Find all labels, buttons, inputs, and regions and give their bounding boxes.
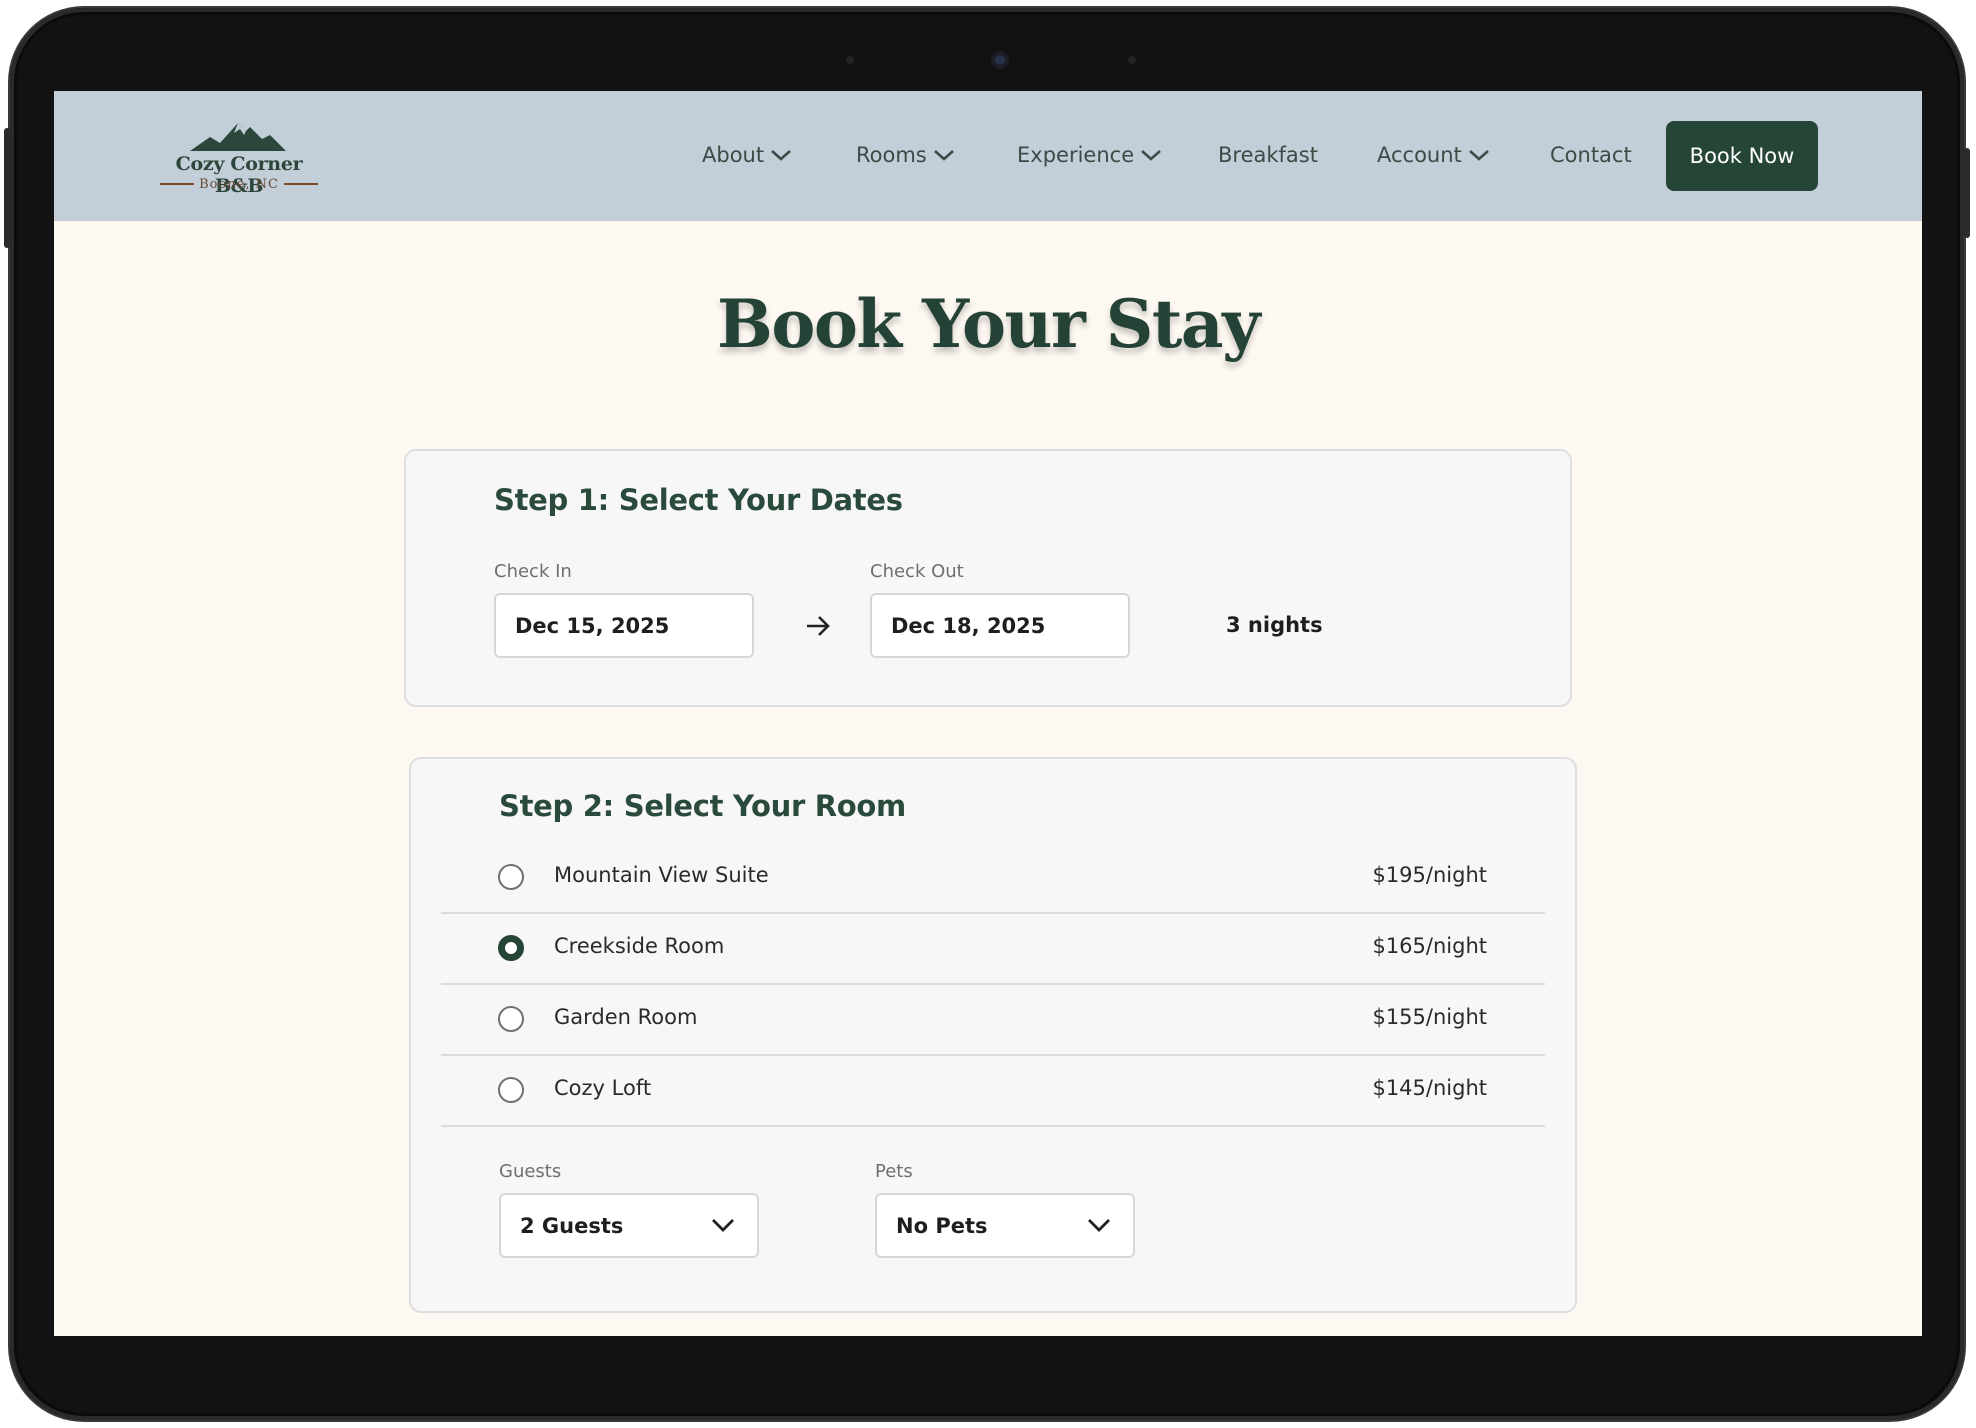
nav-label: Breakfast xyxy=(1218,143,1318,167)
room-option-mountain-view-suite[interactable]: Mountain View Suite $195/night xyxy=(441,843,1545,914)
nav-label: Contact xyxy=(1550,143,1632,167)
check-out-input[interactable]: Dec 18, 2025 xyxy=(870,593,1130,658)
room-price: $165/night xyxy=(1372,934,1487,958)
room-name: Creekside Room xyxy=(554,934,725,958)
room-option-creekside-room[interactable]: Creekside Room $165/night xyxy=(441,914,1545,985)
chevron-down-icon xyxy=(712,1219,734,1232)
check-out-value: Dec 18, 2025 xyxy=(891,613,1046,638)
radio-icon[interactable] xyxy=(498,1077,524,1103)
step-1-card: Step 1: Select Your Dates Check In Dec 1… xyxy=(404,449,1572,707)
room-price: $195/night xyxy=(1372,863,1487,887)
nav-contact[interactable]: Contact xyxy=(1550,137,1632,173)
room-name: Garden Room xyxy=(554,1005,698,1029)
chevron-down-icon xyxy=(1468,150,1489,161)
nights-count: 3 nights xyxy=(1226,613,1323,637)
room-price: $155/night xyxy=(1372,1005,1487,1029)
chevron-down-icon xyxy=(1141,150,1161,161)
step-1-title: Step 1: Select Your Dates xyxy=(494,483,903,517)
pets-select[interactable]: No Pets xyxy=(875,1193,1135,1258)
nav-rooms[interactable]: Rooms xyxy=(856,137,955,173)
mountain-icon xyxy=(190,123,286,151)
arrow-right-icon xyxy=(807,616,830,636)
logo-divider xyxy=(160,183,195,185)
pets-value: No Pets xyxy=(896,1213,988,1238)
room-name: Mountain View Suite xyxy=(554,863,769,887)
check-in-input[interactable]: Dec 15, 2025 xyxy=(494,593,754,658)
nav-label: Rooms xyxy=(856,143,927,167)
nav-label: Experience xyxy=(1017,143,1135,167)
step-2-title: Step 2: Select Your Room xyxy=(499,789,906,823)
radio-icon[interactable] xyxy=(498,1006,524,1032)
book-now-button[interactable]: Book Now xyxy=(1666,121,1818,191)
chevron-down-icon xyxy=(933,150,954,161)
side-button xyxy=(4,128,10,248)
side-button xyxy=(1964,148,1970,238)
page-title: Book Your Stay xyxy=(717,285,1260,363)
logo-divider xyxy=(283,183,319,185)
nav-breakfast[interactable]: Breakfast xyxy=(1218,137,1318,173)
logo-location-row: Boone, NC xyxy=(160,176,319,192)
nav-label: Account xyxy=(1377,143,1462,167)
nav-label: About xyxy=(702,143,765,167)
guests-value: 2 Guests xyxy=(520,1213,624,1238)
check-out-label: Check Out xyxy=(870,561,964,582)
radio-icon[interactable] xyxy=(498,864,524,890)
chevron-down-icon xyxy=(1088,1219,1110,1232)
nav-account[interactable]: Account xyxy=(1377,137,1490,173)
camera xyxy=(986,46,1014,74)
logo-location: Boone, NC xyxy=(199,176,279,192)
nav-about[interactable]: About xyxy=(702,137,792,173)
chevron-down-icon xyxy=(771,150,791,161)
check-in-label: Check In xyxy=(494,561,572,582)
room-option-garden-room[interactable]: Garden Room $155/night xyxy=(441,985,1545,1056)
radio-icon[interactable] xyxy=(498,935,524,961)
pets-label: Pets xyxy=(875,1161,913,1182)
guests-select[interactable]: 2 Guests xyxy=(499,1193,759,1258)
navbar: Cozy Corner B&B Boone, NC About Rooms Ex… xyxy=(54,91,1922,221)
step-2-card: Step 2: Select Your Room Mountain View S… xyxy=(409,757,1577,1313)
room-price: $145/night xyxy=(1372,1076,1487,1100)
nav-experience[interactable]: Experience xyxy=(1017,137,1162,173)
room-name: Cozy Loft xyxy=(554,1076,652,1100)
sensor xyxy=(846,56,854,64)
check-in-value: Dec 15, 2025 xyxy=(515,613,670,638)
logo[interactable]: Cozy Corner B&B Boone, NC xyxy=(154,121,324,197)
guests-label: Guests xyxy=(499,1161,562,1182)
screen: Cozy Corner B&B Boone, NC About Rooms Ex… xyxy=(54,91,1922,1336)
sensor xyxy=(1128,56,1136,64)
room-option-cozy-loft[interactable]: Cozy Loft $145/night xyxy=(441,1056,1545,1127)
